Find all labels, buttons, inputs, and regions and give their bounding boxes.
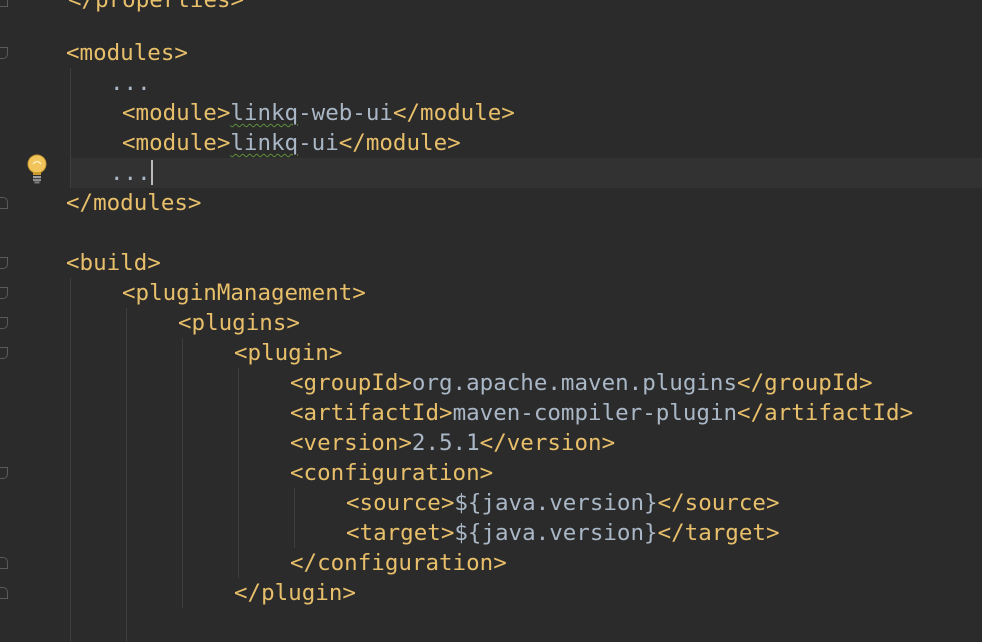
xml-tag: <source> [346, 490, 455, 516]
xml-tag: </source> [657, 490, 780, 516]
fold-marker-icon[interactable] [0, 197, 8, 209]
xml-tag: </configuration> [290, 550, 507, 576]
code-line[interactable]: </properties> [68, 0, 244, 15]
xml-tag: </artifactId> [737, 400, 914, 426]
code-text: maven-compiler-plugin [452, 400, 738, 426]
fold-marker-icon[interactable] [0, 0, 8, 7]
xml-tag: </module> [392, 100, 515, 126]
indent-guide [70, 278, 71, 642]
xml-tag: </module> [338, 130, 461, 156]
fold-marker-icon[interactable] [0, 587, 8, 599]
xml-tag: <build> [66, 250, 161, 276]
spelling-warning-text: linkq [230, 100, 299, 126]
code-line[interactable]: <artifactId>maven-compiler-plugin</artif… [290, 398, 913, 428]
fold-marker-icon[interactable] [0, 257, 8, 269]
lightbulb-icon[interactable] [24, 153, 50, 185]
xml-tag: <pluginManagement> [122, 280, 366, 306]
xml-tag: <module> [122, 100, 231, 126]
code-line[interactable]: <plugins> [178, 308, 300, 338]
code-text: ${java.version} [454, 520, 658, 546]
code-text: org.apache.maven.plugins [411, 370, 738, 396]
xml-tag: <target> [346, 520, 455, 546]
xml-tag: <groupId> [290, 370, 412, 396]
code-line[interactable]: <modules> [66, 38, 188, 68]
code-line[interactable]: <module>linkq-ui</module> [122, 128, 461, 158]
indent-guide [70, 68, 71, 188]
ellipsis: ... [110, 70, 151, 96]
spelling-warning-text: linkq [230, 130, 299, 156]
code-line[interactable]: <groupId>org.apache.maven.plugins</group… [290, 368, 873, 398]
code-line[interactable]: <source>${java.version}</source> [346, 488, 780, 518]
fold-marker-icon[interactable] [0, 467, 8, 479]
gutter [0, 0, 14, 642]
xml-tag: <plugins> [178, 310, 300, 336]
fold-marker-icon[interactable] [0, 47, 8, 59]
code-line[interactable]: <module>linkq-web-ui</module> [122, 98, 515, 128]
code-line[interactable]: ... [110, 158, 153, 188]
text-cursor [150, 160, 153, 185]
xml-tag: </plugin> [234, 580, 356, 606]
code-text: -ui [298, 130, 339, 156]
indent-guide [182, 338, 183, 608]
xml-tag: <version> [290, 430, 412, 456]
code-line[interactable]: <version>2.5.1</version> [290, 428, 615, 458]
code-line[interactable]: </plugin> [234, 578, 356, 608]
xml-tag: </target> [657, 520, 780, 546]
code-line[interactable]: </configuration> [290, 548, 507, 578]
indent-guide [126, 308, 127, 642]
xml-tag: <plugin> [234, 340, 343, 366]
code-editor[interactable]: </properties> <modules> ... <module>link… [0, 0, 982, 642]
xml-tag: <modules> [66, 40, 188, 66]
indent-guide [294, 488, 295, 548]
xml-tag: <configuration> [290, 460, 494, 486]
code-line[interactable]: <build> [66, 248, 161, 278]
fold-marker-icon[interactable] [0, 347, 8, 359]
indent-guide [238, 368, 239, 578]
code-line[interactable]: ... [110, 68, 151, 98]
code-line[interactable]: <plugin> [234, 338, 342, 368]
current-line-highlight [70, 158, 982, 188]
code-text: -web-ui [298, 100, 393, 126]
fold-marker-icon[interactable] [0, 287, 8, 299]
code-text: ${java.version} [454, 490, 658, 516]
xml-tag: </groupId> [737, 370, 873, 396]
fold-marker-icon[interactable] [0, 317, 8, 329]
xml-tag: <artifactId> [290, 400, 453, 426]
fold-marker-icon[interactable] [0, 557, 8, 569]
code-line[interactable]: <target>${java.version}</target> [346, 518, 780, 548]
xml-tag: </version> [479, 430, 616, 456]
xml-tag: <module> [122, 130, 231, 156]
code-line[interactable]: </modules> [66, 188, 201, 218]
xml-tag: </properties> [68, 0, 245, 13]
ellipsis: ... [110, 160, 151, 186]
xml-tag: </modules> [66, 190, 202, 216]
code-line[interactable]: <configuration> [290, 458, 493, 488]
code-line[interactable]: <pluginManagement> [122, 278, 366, 308]
code-text: 2.5.1 [411, 430, 480, 456]
